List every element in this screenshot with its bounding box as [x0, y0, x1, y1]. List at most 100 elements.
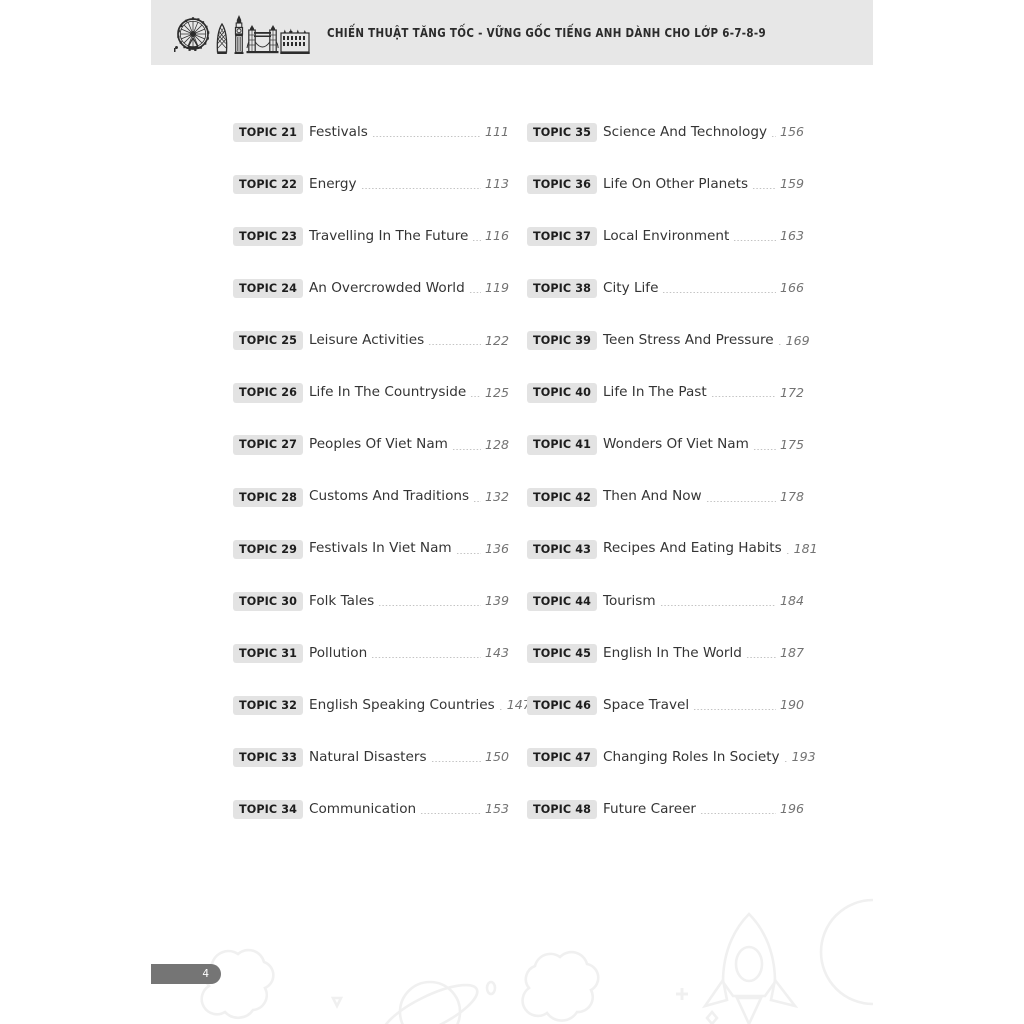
- toc-entry[interactable]: TOPIC 28 Customs And Traditions 132: [233, 485, 509, 510]
- london-skyline-icon: [174, 14, 310, 54]
- page-number: 181: [793, 540, 818, 556]
- page-number: 175: [779, 436, 804, 452]
- toc-entry[interactable]: TOPIC 34 Communication 153: [233, 797, 509, 822]
- sparkle-icon: [676, 988, 688, 1000]
- topic-title: Folk Tales: [308, 592, 375, 609]
- page-number: 111: [484, 124, 509, 140]
- toc-column-left: TOPIC 21 Festivals 111 TOPIC 22 Energy 1…: [233, 120, 531, 849]
- topic-title: Tourism: [602, 592, 656, 609]
- page-number: 163: [779, 228, 804, 244]
- toc-entry[interactable]: TOPIC 40 Life In The Past 172: [527, 380, 804, 405]
- topic-title: Teen Stress And Pressure: [602, 332, 774, 349]
- dot-leader: [777, 334, 782, 347]
- topic-badge: TOPIC 28: [233, 487, 303, 507]
- topic-badge: TOPIC 32: [233, 695, 303, 716]
- topic-title: Pollution: [308, 644, 368, 661]
- dot-leader: [451, 439, 481, 452]
- dot-leader: [771, 126, 776, 139]
- toc-entry[interactable]: TOPIC 32 English Speaking Countries 147: [233, 693, 531, 718]
- toc-entry[interactable]: TOPIC 31 Pollution 143: [233, 641, 509, 666]
- topic-title: Peoples Of Viet Nam: [308, 436, 448, 453]
- toc-entry[interactable]: TOPIC 37 Local Environment 163: [527, 224, 804, 249]
- toc-entry[interactable]: TOPIC 21 Festivals 111: [233, 120, 509, 145]
- topic-title: Space Travel: [602, 696, 690, 713]
- dot-leader: [468, 282, 481, 295]
- page-number: 166: [779, 280, 804, 296]
- topic-badge: TOPIC 21: [233, 122, 303, 143]
- topic-badge: TOPIC 33: [233, 748, 303, 768]
- toc-entry[interactable]: TOPIC 43 Recipes And Eating Habits 181: [527, 537, 818, 562]
- page-number: 136: [484, 540, 509, 556]
- topic-badge: TOPIC 40: [527, 383, 597, 403]
- dot-leader: [785, 543, 790, 556]
- topic-badge: TOPIC 42: [527, 487, 597, 507]
- toc-entry[interactable]: TOPIC 24 An Overcrowded World 119: [233, 276, 509, 301]
- page-number: 116: [484, 228, 509, 244]
- topic-badge: TOPIC 24: [233, 279, 303, 299]
- dot-leader: [752, 439, 776, 452]
- toc-entry[interactable]: TOPIC 22 Energy 113: [233, 172, 509, 197]
- table-of-contents: TOPIC 21 Festivals 111 TOPIC 22 Energy 1…: [233, 120, 818, 849]
- toc-entry[interactable]: TOPIC 26 Life In The Countryside 125: [233, 380, 509, 405]
- page-number: 193: [791, 749, 816, 765]
- topic-badge: TOPIC 45: [527, 643, 597, 664]
- dot-leader: [472, 230, 481, 243]
- page-number: 184: [779, 593, 804, 609]
- topic-title: Life In The Past: [602, 384, 707, 401]
- topic-title: Natural Disasters: [308, 748, 427, 765]
- page-header: CHIẾN THUẬT TĂNG TỐC - VỮNG GỐC TIẾNG AN…: [151, 0, 873, 65]
- toc-entry[interactable]: TOPIC 23 Travelling In The Future 116: [233, 224, 509, 249]
- topic-title: Festivals: [308, 123, 368, 140]
- toc-entry[interactable]: TOPIC 30 Folk Tales 139: [233, 589, 509, 614]
- toc-entry[interactable]: TOPIC 42 Then And Now 178: [527, 485, 804, 510]
- page-number: 113: [484, 176, 509, 192]
- dot-leader: [783, 751, 788, 764]
- toc-entry[interactable]: TOPIC 29 Festivals In Viet Nam 136: [233, 537, 509, 562]
- dot-leader: [659, 595, 776, 608]
- toc-entry[interactable]: TOPIC 27 Peoples Of Viet Nam 128: [233, 433, 509, 458]
- toc-entry[interactable]: TOPIC 35 Science And Technology 156: [527, 120, 804, 145]
- toc-entry[interactable]: TOPIC 44 Tourism 184: [527, 589, 804, 614]
- topic-title: Festivals In Viet Nam: [308, 540, 452, 557]
- rocket-icon: [701, 912, 799, 1024]
- toc-entry[interactable]: TOPIC 48 Future Career 196: [527, 797, 804, 822]
- toc-entry[interactable]: TOPIC 41 Wonders Of Viet Nam 175: [527, 433, 804, 458]
- document-page: CHIẾN THUẬT TĂNG TỐC - VỮNG GỐC TIẾNG AN…: [0, 0, 1024, 1024]
- topic-badge: TOPIC 30: [233, 591, 303, 611]
- cloud-icon: [200, 948, 275, 1020]
- page-number: 169: [785, 332, 810, 348]
- page-number-pill: 4: [151, 964, 221, 984]
- topic-badge: TOPIC 38: [527, 279, 597, 299]
- toc-entry[interactable]: TOPIC 38 City Life 166: [527, 276, 804, 301]
- page-number: 150: [484, 749, 509, 765]
- toc-entry[interactable]: TOPIC 33 Natural Disasters 150: [233, 745, 509, 770]
- page-number: 153: [484, 801, 509, 817]
- dot-leader: [378, 595, 481, 608]
- toc-entry[interactable]: TOPIC 46 Space Travel 190: [527, 693, 804, 718]
- topic-badge: TOPIC 31: [233, 643, 303, 664]
- cloud-icon: [521, 950, 600, 1022]
- toc-entry[interactable]: TOPIC 47 Changing Roles In Society 193: [527, 745, 816, 770]
- dot-leader: [662, 282, 776, 295]
- header-content: CHIẾN THUẬT TĂNG TỐC - VỮNG GỐC TIẾNG AN…: [172, 0, 799, 65]
- toc-entry[interactable]: TOPIC 36 Life On Other Planets 159: [527, 172, 804, 197]
- toc-entry[interactable]: TOPIC 45 English In The World 187: [527, 641, 804, 666]
- topic-badge: TOPIC 48: [527, 800, 597, 820]
- dot-leader: [745, 647, 776, 660]
- toc-entry[interactable]: TOPIC 39 Teen Stress And Pressure 169: [527, 328, 810, 353]
- dot-leader: [693, 699, 776, 712]
- topic-title: Then And Now: [602, 488, 702, 505]
- topic-title: Communication: [308, 800, 417, 817]
- page-number: 128: [484, 436, 509, 452]
- topic-title: Energy: [308, 175, 357, 192]
- topic-title: English In The World: [602, 644, 742, 661]
- page-number: 190: [779, 697, 804, 713]
- topic-badge: TOPIC 39: [527, 331, 597, 351]
- dot-leader: [705, 491, 776, 504]
- toc-entry[interactable]: TOPIC 25 Leisure Activities 122: [233, 328, 509, 353]
- topic-badge: TOPIC 34: [233, 800, 303, 820]
- page-number: 132: [484, 488, 509, 504]
- topic-badge: TOPIC 36: [527, 174, 597, 195]
- topic-title: Travelling In The Future: [308, 227, 469, 244]
- dot-leader: [360, 178, 481, 191]
